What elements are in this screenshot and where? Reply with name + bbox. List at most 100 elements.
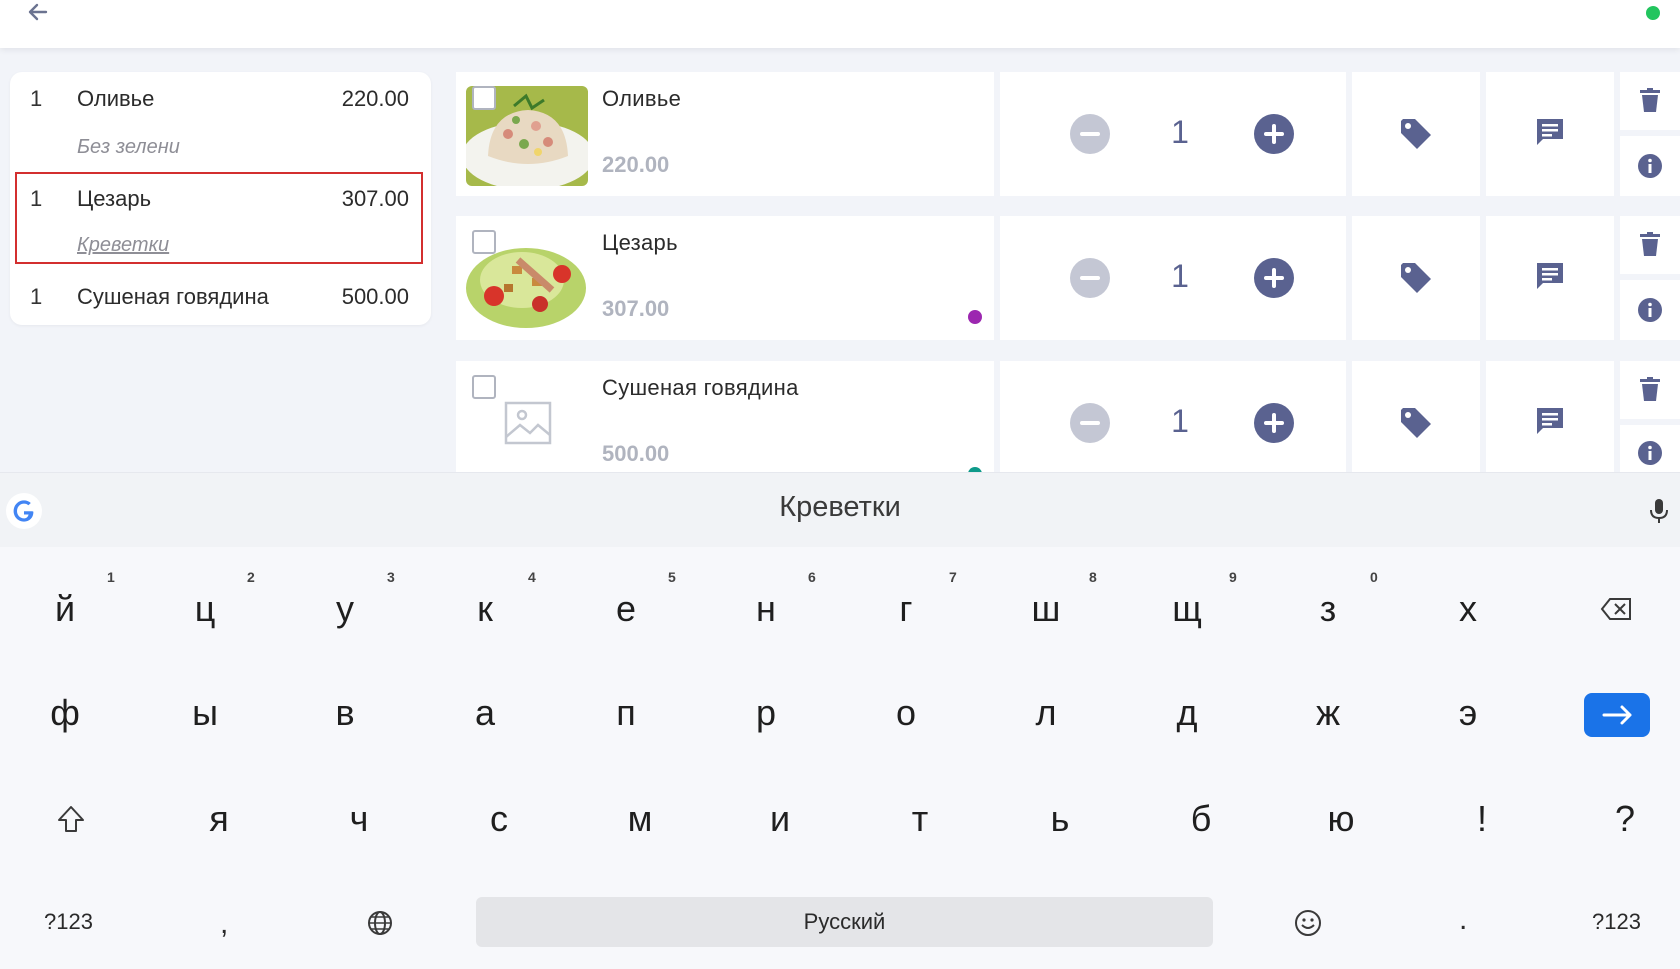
order-modifier[interactable]: Без зелени bbox=[77, 136, 180, 159]
key-hint: 4 bbox=[528, 569, 536, 585]
delete-button[interactable] bbox=[1620, 216, 1680, 274]
increase-button[interactable] bbox=[1254, 114, 1294, 154]
suggestion-bar: Креветки bbox=[0, 473, 1680, 547]
shift-key[interactable] bbox=[16, 779, 126, 859]
key-й[interactable]: й bbox=[10, 569, 120, 649]
item-checkbox[interactable] bbox=[472, 375, 496, 399]
key-у[interactable]: у bbox=[290, 569, 400, 649]
key-exclamation[interactable]: ! bbox=[1427, 779, 1537, 859]
increase-button[interactable] bbox=[1254, 403, 1294, 443]
order-row[interactable]: 1 Оливье 220.00 Без зелени bbox=[10, 72, 431, 172]
key-г[interactable]: г bbox=[851, 569, 961, 649]
key-п[interactable]: п bbox=[571, 673, 681, 753]
emoji-icon bbox=[1295, 910, 1321, 936]
comment-icon bbox=[1537, 408, 1563, 434]
comment-button[interactable] bbox=[1486, 361, 1614, 473]
key-hint: 8 bbox=[1089, 569, 1097, 585]
comment-button[interactable] bbox=[1486, 216, 1614, 340]
tag-button[interactable] bbox=[1352, 361, 1480, 473]
enter-key[interactable] bbox=[1584, 693, 1650, 737]
key-щ[interactable]: щ bbox=[1132, 569, 1242, 649]
key-ж[interactable]: ж bbox=[1273, 673, 1383, 753]
key-з[interactable]: з bbox=[1273, 569, 1383, 649]
tag-button[interactable] bbox=[1352, 72, 1480, 196]
key-ч[interactable]: ч bbox=[304, 779, 414, 859]
decrease-button[interactable] bbox=[1070, 114, 1110, 154]
quantity-stepper: 1 bbox=[1000, 72, 1346, 196]
key-р[interactable]: р bbox=[711, 673, 821, 753]
key-о[interactable]: о bbox=[851, 673, 961, 753]
key-ц[interactable]: ц bbox=[150, 569, 260, 649]
decrease-button[interactable] bbox=[1070, 403, 1110, 443]
language-key[interactable] bbox=[325, 883, 435, 963]
tag-icon bbox=[1401, 408, 1431, 438]
backspace-key[interactable] bbox=[1561, 569, 1671, 649]
info-icon bbox=[1638, 441, 1662, 465]
menu-item-row: Цезарь 307.00 1 bbox=[456, 216, 1680, 340]
key-в[interactable]: в bbox=[290, 673, 400, 753]
decrease-button[interactable] bbox=[1070, 258, 1110, 298]
key-э[interactable]: э bbox=[1413, 673, 1523, 753]
order-price: 500.00 bbox=[341, 284, 409, 309]
tag-icon bbox=[1401, 119, 1431, 149]
menu-item-row: Сушеная говядина 500.00 1 bbox=[456, 361, 1680, 473]
period-key[interactable]: . bbox=[1459, 903, 1467, 937]
item-price: 500.00 bbox=[602, 441, 670, 466]
key-л[interactable]: л bbox=[991, 673, 1101, 753]
selection-highlight bbox=[15, 172, 423, 264]
order-row[interactable]: 1 Сушеная говядина 500.00 bbox=[10, 272, 431, 322]
item-name: Сушеная говядина bbox=[602, 375, 799, 400]
key-а[interactable]: а bbox=[430, 673, 540, 753]
info-button[interactable] bbox=[1620, 280, 1680, 340]
key-и[interactable]: и bbox=[725, 779, 835, 859]
quantity-stepper: 1 bbox=[1000, 361, 1346, 473]
item-info[interactable]: Сушеная говядина 500.00 bbox=[456, 361, 994, 473]
menu-item-row: Оливье 220.00 1 bbox=[456, 72, 1680, 196]
key-х[interactable]: х bbox=[1413, 569, 1523, 649]
order-name: Оливье bbox=[77, 86, 155, 111]
key-ф[interactable]: ф bbox=[10, 673, 120, 753]
order-qty: 1 bbox=[30, 284, 43, 309]
key-д[interactable]: д bbox=[1132, 673, 1242, 753]
comment-button[interactable] bbox=[1486, 72, 1614, 196]
tag-button[interactable] bbox=[1352, 216, 1480, 340]
key-question[interactable]: ? bbox=[1570, 779, 1680, 859]
on-screen-keyboard: Креветки й ц у к е н г ш щ з х 1 2 3 4 5… bbox=[0, 472, 1680, 969]
key-ы[interactable]: ы bbox=[150, 673, 260, 753]
item-checkbox[interactable] bbox=[472, 230, 496, 254]
key-с[interactable]: с bbox=[444, 779, 554, 859]
trash-icon bbox=[1640, 377, 1660, 401]
symbols-key[interactable]: ?123 bbox=[44, 909, 93, 935]
item-price: 220.00 bbox=[602, 152, 670, 177]
comment-icon bbox=[1537, 263, 1563, 289]
key-е[interactable]: е bbox=[571, 569, 681, 649]
key-б[interactable]: б bbox=[1146, 779, 1256, 859]
key-ш[interactable]: ш bbox=[991, 569, 1101, 649]
key-hint: 2 bbox=[247, 569, 255, 585]
quantity-value: 1 bbox=[1171, 114, 1189, 150]
info-button[interactable] bbox=[1620, 425, 1680, 473]
microphone-icon[interactable] bbox=[1648, 497, 1670, 525]
arrow-left-icon[interactable] bbox=[24, 0, 52, 26]
item-info[interactable]: Цезарь 307.00 bbox=[456, 216, 994, 340]
delete-button[interactable] bbox=[1620, 72, 1680, 130]
item-name: Оливье bbox=[602, 86, 682, 111]
emoji-key[interactable] bbox=[1253, 883, 1363, 963]
comma-key[interactable]: , bbox=[220, 907, 228, 941]
key-ю[interactable]: ю bbox=[1286, 779, 1396, 859]
suggestion-word[interactable]: Креветки bbox=[0, 491, 1680, 524]
info-button[interactable] bbox=[1620, 136, 1680, 196]
key-т[interactable]: т bbox=[865, 779, 975, 859]
key-ь[interactable]: ь bbox=[1005, 779, 1115, 859]
status-dot bbox=[1646, 6, 1660, 20]
symbols-key[interactable]: ?123 bbox=[1592, 909, 1641, 935]
item-info[interactable]: Оливье 220.00 bbox=[456, 72, 994, 196]
key-м[interactable]: м bbox=[585, 779, 695, 859]
delete-button[interactable] bbox=[1620, 361, 1680, 419]
key-я[interactable]: я bbox=[164, 779, 274, 859]
item-checkbox[interactable] bbox=[472, 86, 496, 110]
key-н[interactable]: н bbox=[711, 569, 821, 649]
increase-button[interactable] bbox=[1254, 258, 1294, 298]
space-key[interactable]: Русский bbox=[476, 897, 1213, 947]
key-к[interactable]: к bbox=[430, 569, 540, 649]
